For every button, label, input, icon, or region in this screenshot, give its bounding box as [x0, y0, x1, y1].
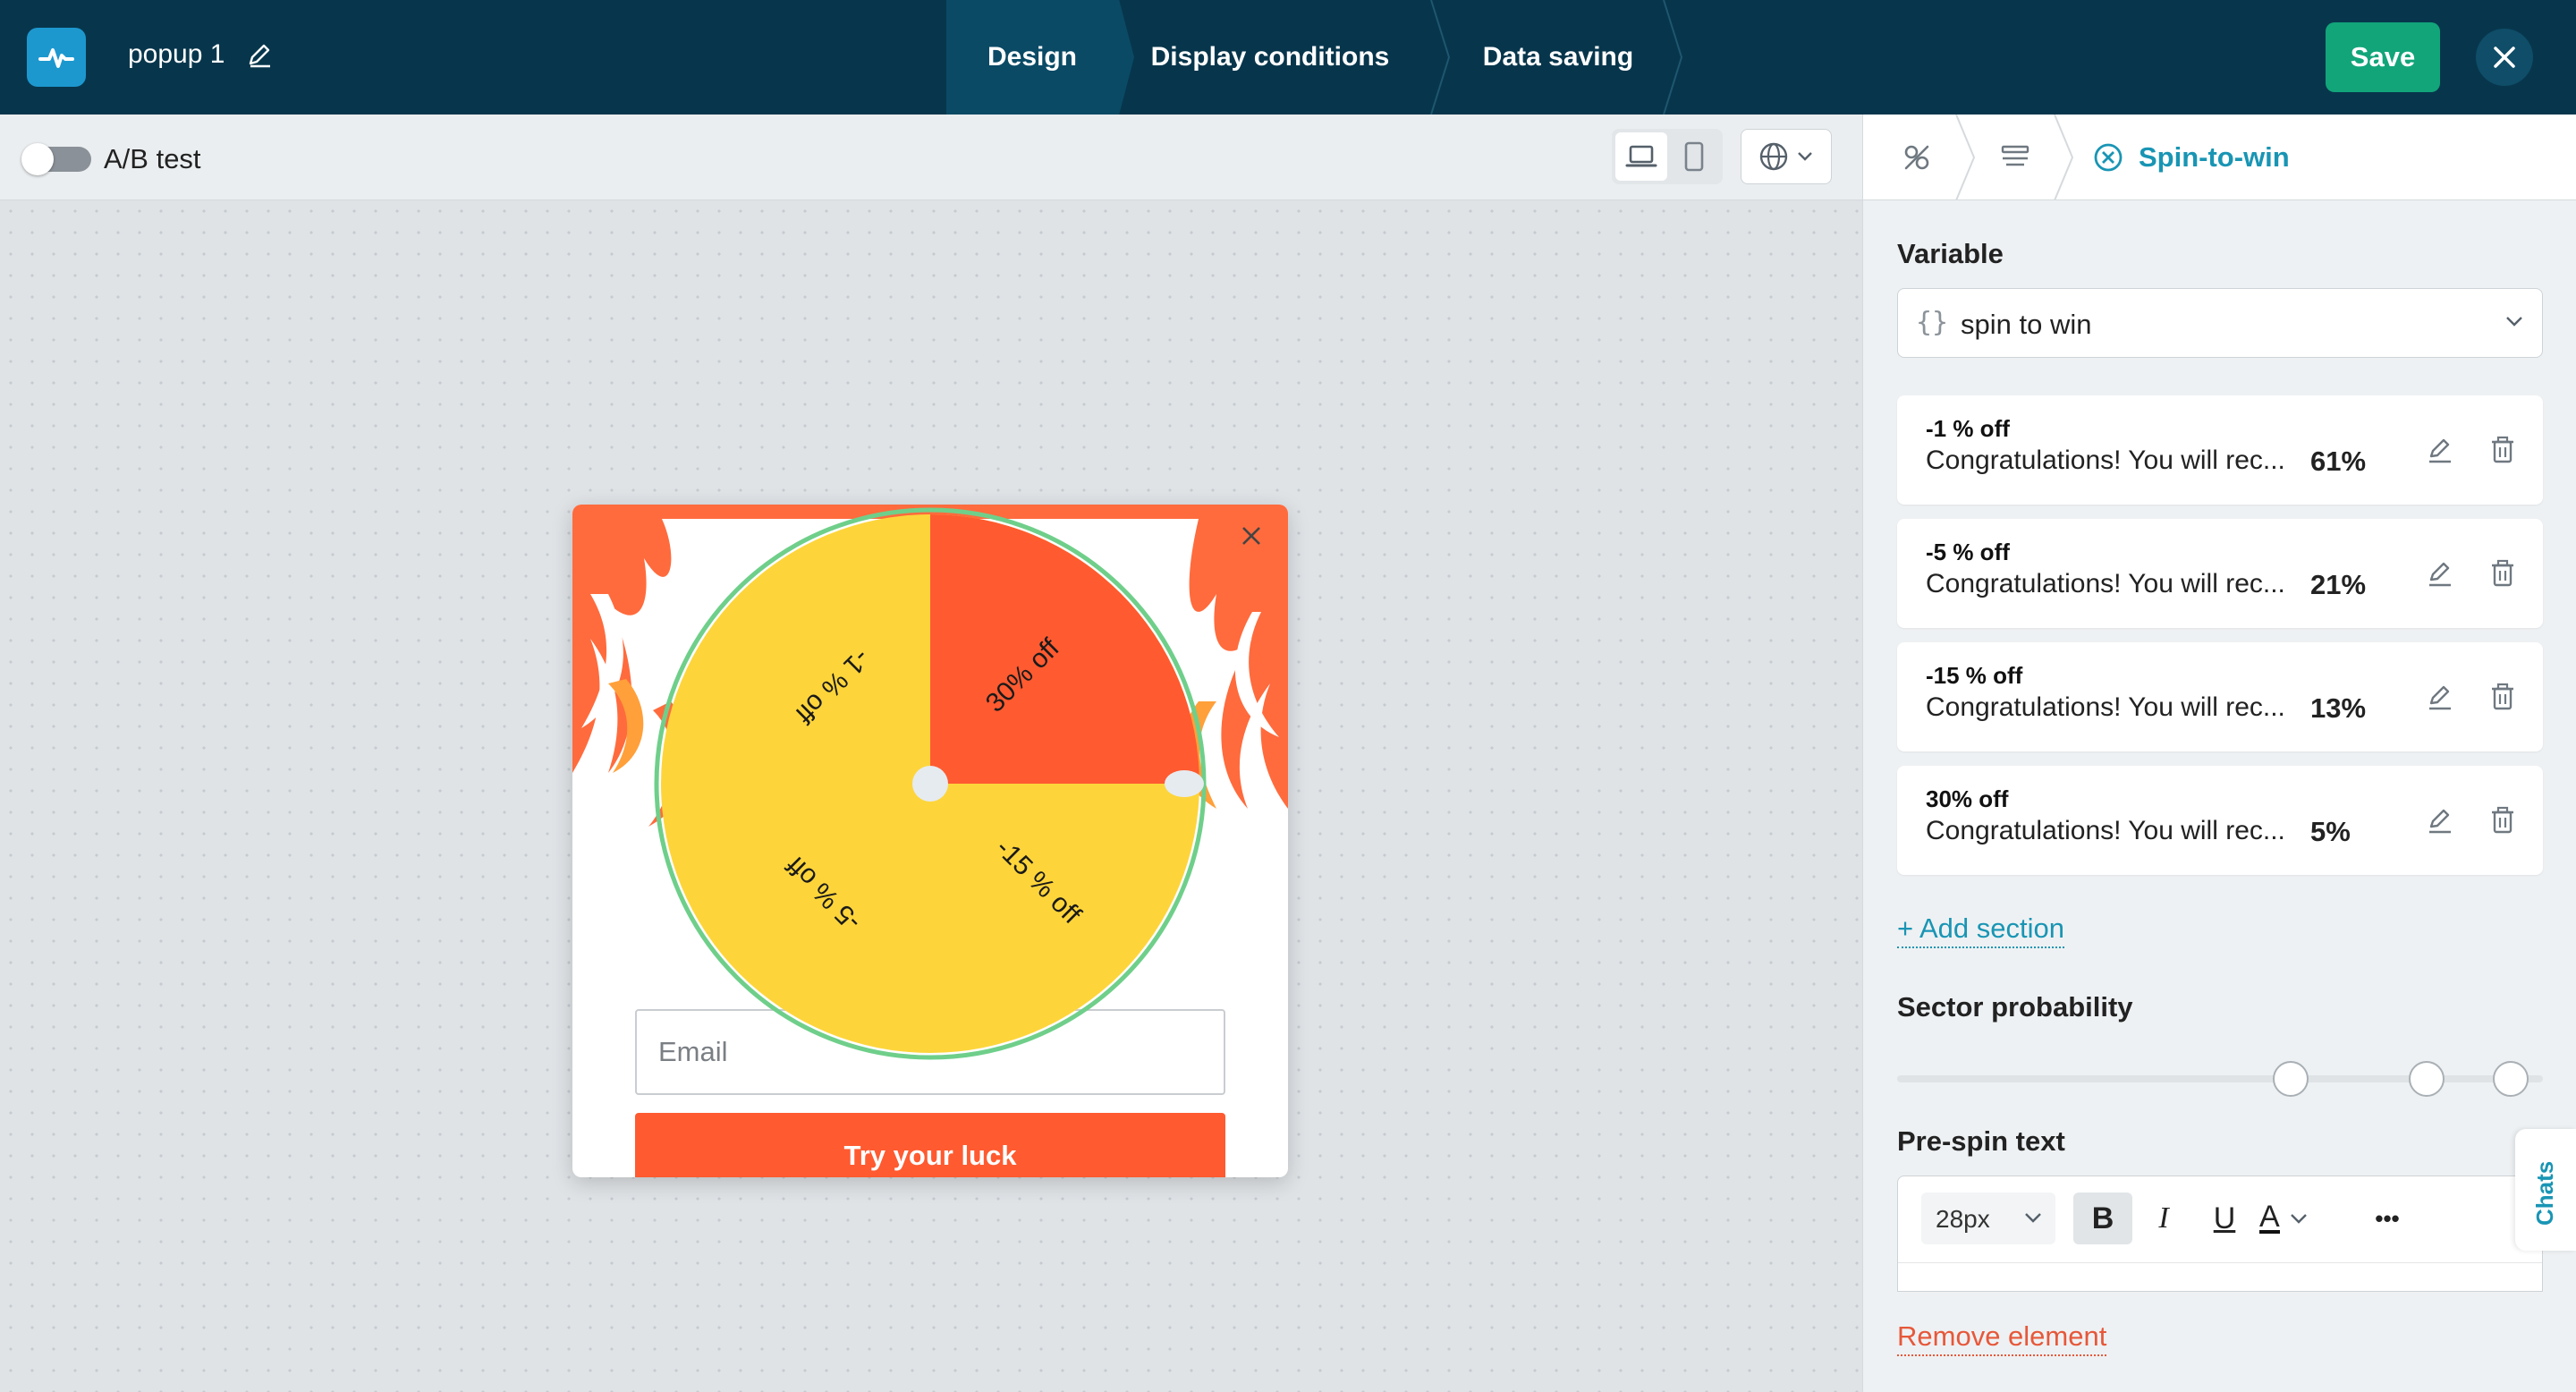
chats-label: Chats [2531, 1160, 2558, 1226]
chevron-down-icon [1798, 152, 1812, 161]
settings-panel: Spin-to-win Variable {} spin to win -1 %… [1862, 115, 2576, 1392]
try-button-label: Try your luck [843, 1140, 1017, 1171]
section-probability: 21% [2310, 569, 2367, 600]
laptop-icon [1625, 145, 1657, 167]
breadcrumb-separator [2054, 115, 2074, 200]
step-data-saving-label: Data saving [1482, 42, 1634, 72]
section-probability: 5% [2310, 816, 2351, 847]
mobile-view-button[interactable] [1669, 132, 1719, 181]
wheel-pointer [1165, 770, 1204, 797]
underline-button[interactable]: U [2195, 1193, 2254, 1244]
try-your-luck-button[interactable]: Try your luck [635, 1113, 1225, 1177]
section-name: -1 % off [1926, 415, 2010, 442]
desktop-view-button[interactable] [1615, 132, 1667, 181]
section-card[interactable]: 30% off Congratulations! You will rec...… [1897, 766, 2543, 875]
probability-slider-handle[interactable] [2273, 1061, 2309, 1097]
edit-icon[interactable] [2425, 558, 2455, 589]
add-section-link[interactable]: + Add section [1897, 912, 2064, 948]
spin-to-win-icon [2094, 143, 2123, 172]
section-card[interactable]: -5 % off Congratulations! You will rec..… [1897, 519, 2543, 628]
braces-icon: {} [1916, 307, 1949, 338]
step-separator [1663, 0, 1683, 115]
variable-select[interactable]: {} spin to win [1897, 288, 2543, 358]
save-button[interactable]: Save [2326, 22, 2440, 92]
probability-slider-handle[interactable] [2492, 1061, 2529, 1097]
close-icon [2494, 47, 2515, 68]
edit-icon[interactable] [2425, 805, 2455, 836]
popup-name: popup 1 [128, 39, 225, 69]
pre-spin-text-label: Pre-spin text [1897, 1125, 2065, 1157]
app-logo[interactable] [27, 28, 86, 87]
remove-element-link[interactable]: Remove element [1897, 1320, 2107, 1356]
close-icon[interactable] [1238, 522, 1265, 549]
edit-name-icon[interactable] [245, 40, 274, 69]
section-card[interactable]: -1 % off Congratulations! You will rec..… [1897, 395, 2543, 505]
variable-label: Variable [1897, 238, 2004, 269]
sector-probability-label: Sector probability [1897, 991, 2133, 1023]
mobile-icon [1684, 141, 1704, 172]
step-data-saving[interactable]: Data saving [1445, 0, 1671, 115]
step-display-conditions-label: Display conditions [1150, 42, 1390, 72]
close-editor-button[interactable] [2476, 29, 2533, 86]
ab-test-toggle[interactable] [21, 143, 91, 175]
section-probability: 13% [2310, 692, 2367, 724]
chevron-down-icon [2506, 317, 2522, 327]
spin-wheel[interactable]: 30% off -15 % off -5 % off -1 % off [651, 505, 1209, 1063]
pulse-icon [38, 48, 74, 68]
section-message: Congratulations! You will rec... [1926, 692, 2285, 722]
font-size-select[interactable]: 28px [1921, 1193, 2055, 1244]
step-design-label: Design [987, 42, 1078, 72]
panel-breadcrumb: Spin-to-win [1863, 115, 2576, 200]
bold-button[interactable]: B [2073, 1193, 2132, 1244]
text-color-button[interactable]: A [2259, 1193, 2340, 1244]
section-message: Congratulations! You will rec... [1926, 816, 2285, 845]
top-bar: popup 1 Design Display conditions Data s… [0, 0, 2576, 115]
probability-slider-handle[interactable] [2409, 1061, 2445, 1097]
wheel-sector-30 [930, 514, 1199, 784]
edit-icon[interactable] [2425, 435, 2455, 465]
edit-icon[interactable] [2425, 682, 2455, 712]
layers-icon[interactable] [1997, 140, 2033, 175]
trash-icon[interactable] [2487, 805, 2518, 836]
ab-test-label: A/B test [104, 143, 201, 174]
step-design[interactable]: Design [946, 0, 1134, 115]
editor-canvas: Try your luck! Try your luck 30% off -15… [0, 200, 1862, 1392]
editor-divider [1898, 1262, 2542, 1263]
more-options-button[interactable]: ••• [2358, 1193, 2417, 1244]
chats-tab[interactable]: Chats [2515, 1129, 2576, 1251]
step-display-conditions[interactable]: Display conditions [1136, 0, 1404, 115]
language-dropdown[interactable] [1741, 129, 1832, 184]
variable-value: spin to win [1961, 309, 2092, 340]
section-message: Congratulations! You will rec... [1926, 446, 2285, 475]
chevron-down-icon [2025, 1213, 2041, 1223]
section-message: Congratulations! You will rec... [1926, 569, 2285, 598]
probability-slider-track[interactable] [1897, 1075, 2543, 1082]
canvas-toolbar: A/B test [0, 115, 1862, 200]
font-size-value: 28px [1936, 1205, 1990, 1233]
wheel-center-pin [912, 766, 948, 802]
pre-spin-text-editor[interactable]: 28px B I U A ••• [1897, 1176, 2543, 1292]
section-name: -15 % off [1926, 662, 2023, 689]
save-button-label: Save [2350, 41, 2416, 72]
panel-title: Spin-to-win [2139, 141, 2290, 173]
section-probability: 61% [2310, 446, 2367, 477]
chevron-down-icon [2290, 1214, 2307, 1224]
magic-wand-icon[interactable] [1899, 140, 1935, 175]
text-color-label: A [2259, 1200, 2280, 1234]
section-name: -5 % off [1926, 539, 2010, 565]
trash-icon[interactable] [2487, 558, 2518, 589]
trash-icon[interactable] [2487, 435, 2518, 465]
italic-button[interactable]: I [2134, 1193, 2193, 1244]
toggle-knob [21, 143, 54, 175]
globe-icon [1759, 142, 1788, 171]
section-name: 30% off [1926, 785, 2009, 812]
device-switcher [1612, 129, 1723, 184]
trash-icon[interactable] [2487, 682, 2518, 712]
breadcrumb-separator [1955, 115, 1976, 200]
section-card[interactable]: -15 % off Congratulations! You will rec.… [1897, 642, 2543, 751]
